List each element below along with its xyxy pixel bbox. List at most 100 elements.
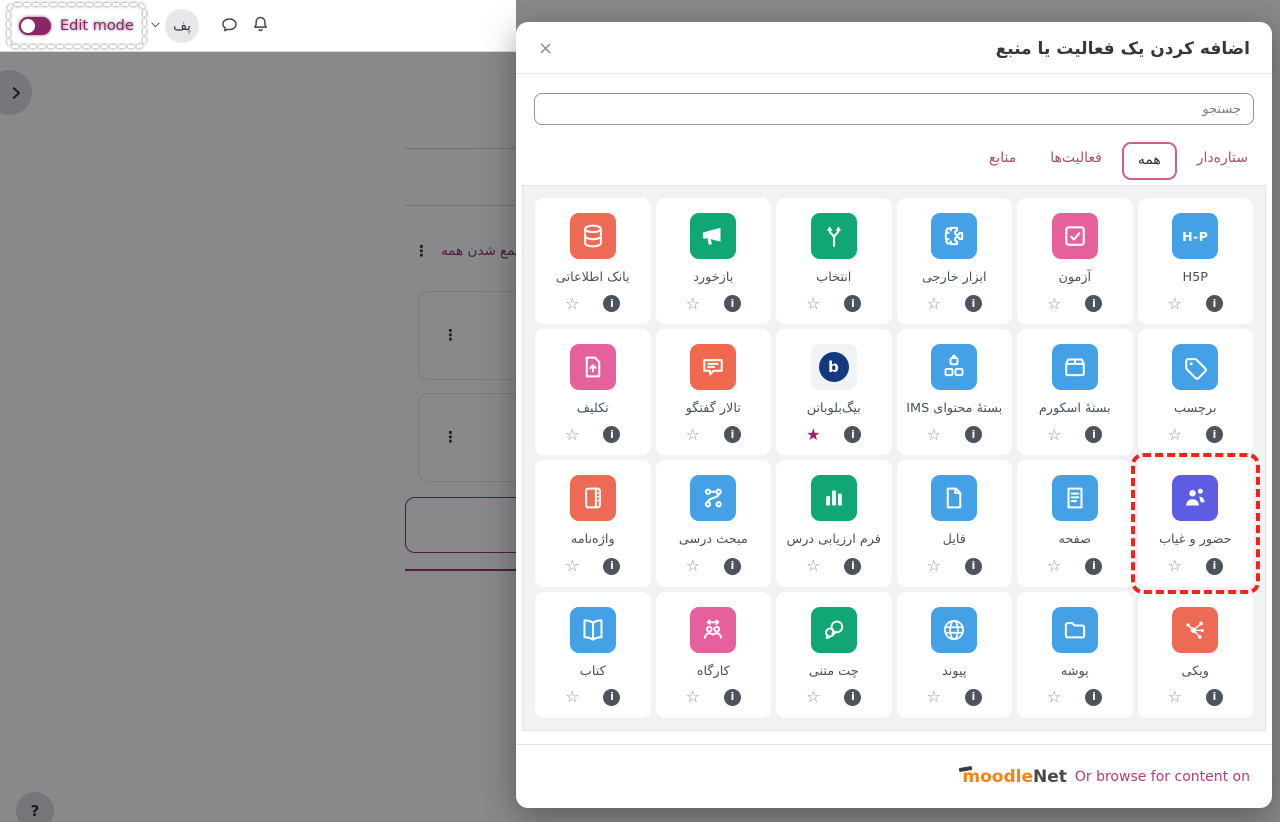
info-icon[interactable]: i <box>603 558 620 575</box>
messages-icon[interactable] <box>219 15 240 36</box>
chevron-down-icon[interactable] <box>149 18 162 31</box>
info-icon[interactable]: i <box>1085 295 1102 312</box>
info-icon[interactable]: i <box>844 295 861 312</box>
info-icon[interactable]: i <box>724 689 741 706</box>
activity-card[interactable]: برچسب i ☆ <box>1138 329 1254 455</box>
activity-card[interactable]: فایل i ☆ <box>897 460 1013 586</box>
activity-card[interactable]: بستهٔ اسکورم i ☆ <box>1017 329 1133 455</box>
tab-item[interactable]: ستاره‌دار <box>1197 150 1248 166</box>
info-icon[interactable]: i <box>844 558 861 575</box>
activity-card[interactable]: تکلیف i ☆ <box>535 329 651 455</box>
star-icon[interactable]: ☆ <box>1168 558 1182 574</box>
star-icon[interactable]: ☆ <box>1047 689 1061 705</box>
star-icon[interactable]: ☆ <box>1168 296 1182 312</box>
activity-card[interactable]: چت متنی i ☆ <box>776 592 892 718</box>
star-icon[interactable]: ☆ <box>686 558 700 574</box>
activity-label: ویکی <box>1176 662 1215 681</box>
star-icon[interactable]: ☆ <box>1047 427 1061 443</box>
moodlenet-logo[interactable]: moodleNet <box>962 767 1067 787</box>
card-actions: i ☆ <box>565 550 620 575</box>
info-icon[interactable]: i <box>1085 426 1102 443</box>
activity-card[interactable]: فرم ارزیابی درس i ☆ <box>776 460 892 586</box>
activity-card[interactable]: H-P H5P i ☆ <box>1138 198 1254 324</box>
activity-label: چت متنی <box>803 662 865 681</box>
info-icon[interactable]: i <box>724 295 741 312</box>
info-icon[interactable]: i <box>965 558 982 575</box>
info-icon[interactable]: i <box>603 689 620 706</box>
user-avatar[interactable]: پف <box>165 9 199 43</box>
star-icon[interactable]: ☆ <box>565 427 579 443</box>
star-icon[interactable]: ☆ <box>927 558 941 574</box>
tab-active[interactable]: همه <box>1122 142 1177 180</box>
card-actions: i ☆ <box>686 681 741 706</box>
tag-icon <box>1172 344 1218 390</box>
info-icon[interactable]: i <box>844 426 861 443</box>
star-icon[interactable]: ☆ <box>927 296 941 312</box>
star-icon[interactable]: ☆ <box>806 296 820 312</box>
info-icon[interactable]: i <box>1206 689 1223 706</box>
info-icon[interactable]: i <box>1206 295 1223 312</box>
card-actions: i ☆ <box>927 550 982 575</box>
star-icon[interactable]: ☆ <box>1047 558 1061 574</box>
info-icon[interactable]: i <box>965 426 982 443</box>
card-actions: i ☆ <box>1168 287 1223 312</box>
star-icon[interactable]: ☆ <box>565 689 579 705</box>
star-icon[interactable]: ☆ <box>1168 689 1182 705</box>
activity-card[interactable]: تالار گفتگو i ☆ <box>656 329 772 455</box>
info-icon[interactable]: i <box>1085 689 1102 706</box>
star-icon[interactable]: ☆ <box>686 296 700 312</box>
activity-card[interactable]: b بیگ‌بلوباتن i ★ <box>776 329 892 455</box>
activity-card[interactable]: حضور و غیاب i ☆ <box>1138 460 1254 586</box>
activity-label: بازخورد <box>687 268 739 287</box>
activity-card[interactable]: آزمون i ☆ <box>1017 198 1133 324</box>
star-icon[interactable]: ☆ <box>927 689 941 705</box>
star-icon[interactable]: ☆ <box>1047 296 1061 312</box>
activity-card[interactable]: کتاب i ☆ <box>535 592 651 718</box>
notifications-bell-icon[interactable] <box>250 14 271 35</box>
card-actions: i ☆ <box>1047 418 1102 443</box>
card-actions: i ★ <box>806 418 861 443</box>
star-icon[interactable]: ★ <box>806 427 820 443</box>
star-icon[interactable]: ☆ <box>806 689 820 705</box>
star-icon[interactable]: ☆ <box>565 558 579 574</box>
info-icon[interactable]: i <box>965 689 982 706</box>
close-icon[interactable]: × <box>538 40 553 58</box>
star-icon[interactable]: ☆ <box>806 558 820 574</box>
activity-card[interactable]: ویکی i ☆ <box>1138 592 1254 718</box>
activity-card[interactable]: پوشه i ☆ <box>1017 592 1133 718</box>
info-icon[interactable]: i <box>603 295 620 312</box>
activity-card[interactable]: صفحه i ☆ <box>1017 460 1133 586</box>
tab-item[interactable]: فعالیت‌ها <box>1050 150 1102 166</box>
activity-card[interactable]: انتخاب i ☆ <box>776 198 892 324</box>
info-icon[interactable]: i <box>965 295 982 312</box>
info-icon[interactable]: i <box>1206 426 1223 443</box>
activity-card[interactable]: ابزار خارجی i ☆ <box>897 198 1013 324</box>
activity-card[interactable]: واژه‌نامه i ☆ <box>535 460 651 586</box>
info-icon[interactable]: i <box>1206 558 1223 575</box>
card-actions: i ☆ <box>1047 550 1102 575</box>
card-actions: i ☆ <box>1168 681 1223 706</box>
info-icon[interactable]: i <box>724 426 741 443</box>
edit-mode-label: Edit mode <box>60 18 134 34</box>
moodlenet-browse-link[interactable]: Or browse for content on <box>1075 769 1250 785</box>
info-icon[interactable]: i <box>844 689 861 706</box>
info-icon[interactable]: i <box>1085 558 1102 575</box>
search-input[interactable] <box>534 93 1254 125</box>
activity-card[interactable]: کارگاه i ☆ <box>656 592 772 718</box>
activity-card[interactable]: بازخورد i ☆ <box>656 198 772 324</box>
activity-card[interactable]: مبحث درسی i ☆ <box>656 460 772 586</box>
info-icon[interactable]: i <box>724 558 741 575</box>
star-icon[interactable]: ☆ <box>686 689 700 705</box>
edit-mode-toggle[interactable] <box>19 17 51 35</box>
star-icon[interactable]: ☆ <box>927 427 941 443</box>
star-icon[interactable]: ☆ <box>565 296 579 312</box>
toggle-knob <box>21 19 35 33</box>
activity-card[interactable]: بستهٔ محتوای IMS i ☆ <box>897 329 1013 455</box>
star-icon[interactable]: ☆ <box>1168 427 1182 443</box>
activity-card[interactable]: پیوند i ☆ <box>897 592 1013 718</box>
activity-grid: H-P H5P i ☆ آزمون i ☆ ابزار خارجی i ☆ ان… <box>522 185 1266 731</box>
star-icon[interactable]: ☆ <box>686 427 700 443</box>
activity-card[interactable]: بانک اطلاعاتی i ☆ <box>535 198 651 324</box>
tab-item[interactable]: منابع <box>989 150 1016 166</box>
info-icon[interactable]: i <box>603 426 620 443</box>
